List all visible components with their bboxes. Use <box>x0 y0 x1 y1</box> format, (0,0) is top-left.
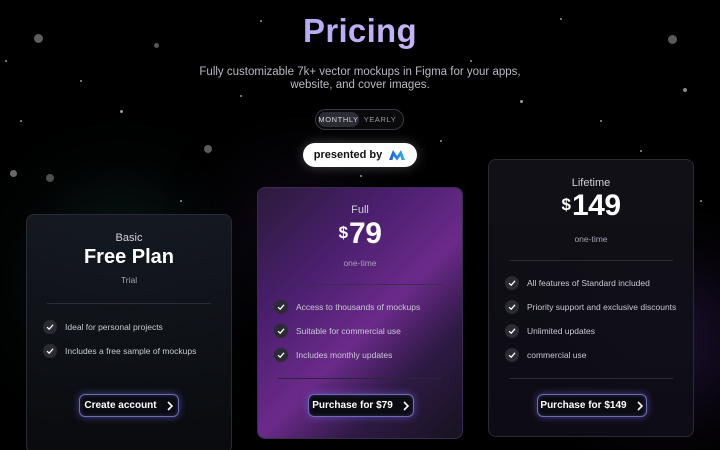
plan-name: Lifetime <box>571 177 611 189</box>
feature-item: commercial use <box>505 348 587 362</box>
plan-price: $79 <box>338 217 382 250</box>
chevron-right-icon <box>403 400 409 411</box>
plan-price: $149 <box>561 189 621 222</box>
check-icon <box>43 320 57 334</box>
feature-item: Unlimited updates <box>505 324 595 338</box>
check-icon <box>274 300 288 314</box>
feature-item: Access to thousands of mockups <box>274 300 420 314</box>
feature-item: All features of Standard included <box>505 276 650 290</box>
plan-sub: Trial <box>120 275 138 285</box>
plan-card-full: Full $79 one-time Access to thousands of… <box>257 187 463 439</box>
plan-card-lifetime: Lifetime $149 one-time All features of S… <box>488 159 694 437</box>
divider <box>509 378 673 379</box>
check-icon <box>274 324 288 338</box>
create-account-button[interactable]: Create account <box>79 394 179 417</box>
plan-name: Full <box>351 204 369 216</box>
check-icon <box>274 348 288 362</box>
feature-item: Includes monthly updates <box>274 348 392 362</box>
feature-item: Suitable for commercial use <box>274 324 401 338</box>
divider <box>278 378 442 379</box>
feature-item: Ideal for personal projects <box>43 320 163 334</box>
page-subtitle: Fully customizable 7k+ vector mockups in… <box>199 66 521 91</box>
check-icon <box>43 344 57 358</box>
plan-sub: one-time <box>343 258 377 268</box>
check-icon <box>505 348 519 362</box>
check-icon <box>505 324 519 338</box>
check-icon <box>505 276 519 290</box>
feature-item: Includes a free sample of mockups <box>43 344 196 358</box>
presented-by-badge[interactable]: presented by <box>303 143 417 167</box>
purchase-full-button[interactable]: Purchase for $79 <box>308 394 414 417</box>
divider <box>47 303 211 304</box>
feature-item: Priority support and exclusive discounts <box>505 300 676 314</box>
plan-name: Basic <box>115 232 143 244</box>
brand-m-logo-icon <box>389 150 406 161</box>
toggle-option-monthly[interactable]: MONTHLY <box>318 112 360 127</box>
plan-card-basic: Basic Free Plan Trial Ideal for personal… <box>26 214 232 450</box>
plan-sub: one-time <box>574 234 608 244</box>
chevron-right-icon <box>637 400 643 411</box>
plan-headline: Free Plan <box>83 246 175 268</box>
chevron-right-icon <box>167 400 173 411</box>
divider <box>509 260 673 261</box>
presented-by-label: presented by <box>313 149 383 161</box>
divider <box>278 284 442 285</box>
billing-period-toggle[interactable]: MONTHLY YEARLY <box>315 109 404 130</box>
purchase-lifetime-button[interactable]: Purchase for $149 <box>537 394 647 417</box>
check-icon <box>505 300 519 314</box>
toggle-option-yearly[interactable]: YEARLY <box>359 112 401 127</box>
page-title: Pricing <box>0 12 720 50</box>
